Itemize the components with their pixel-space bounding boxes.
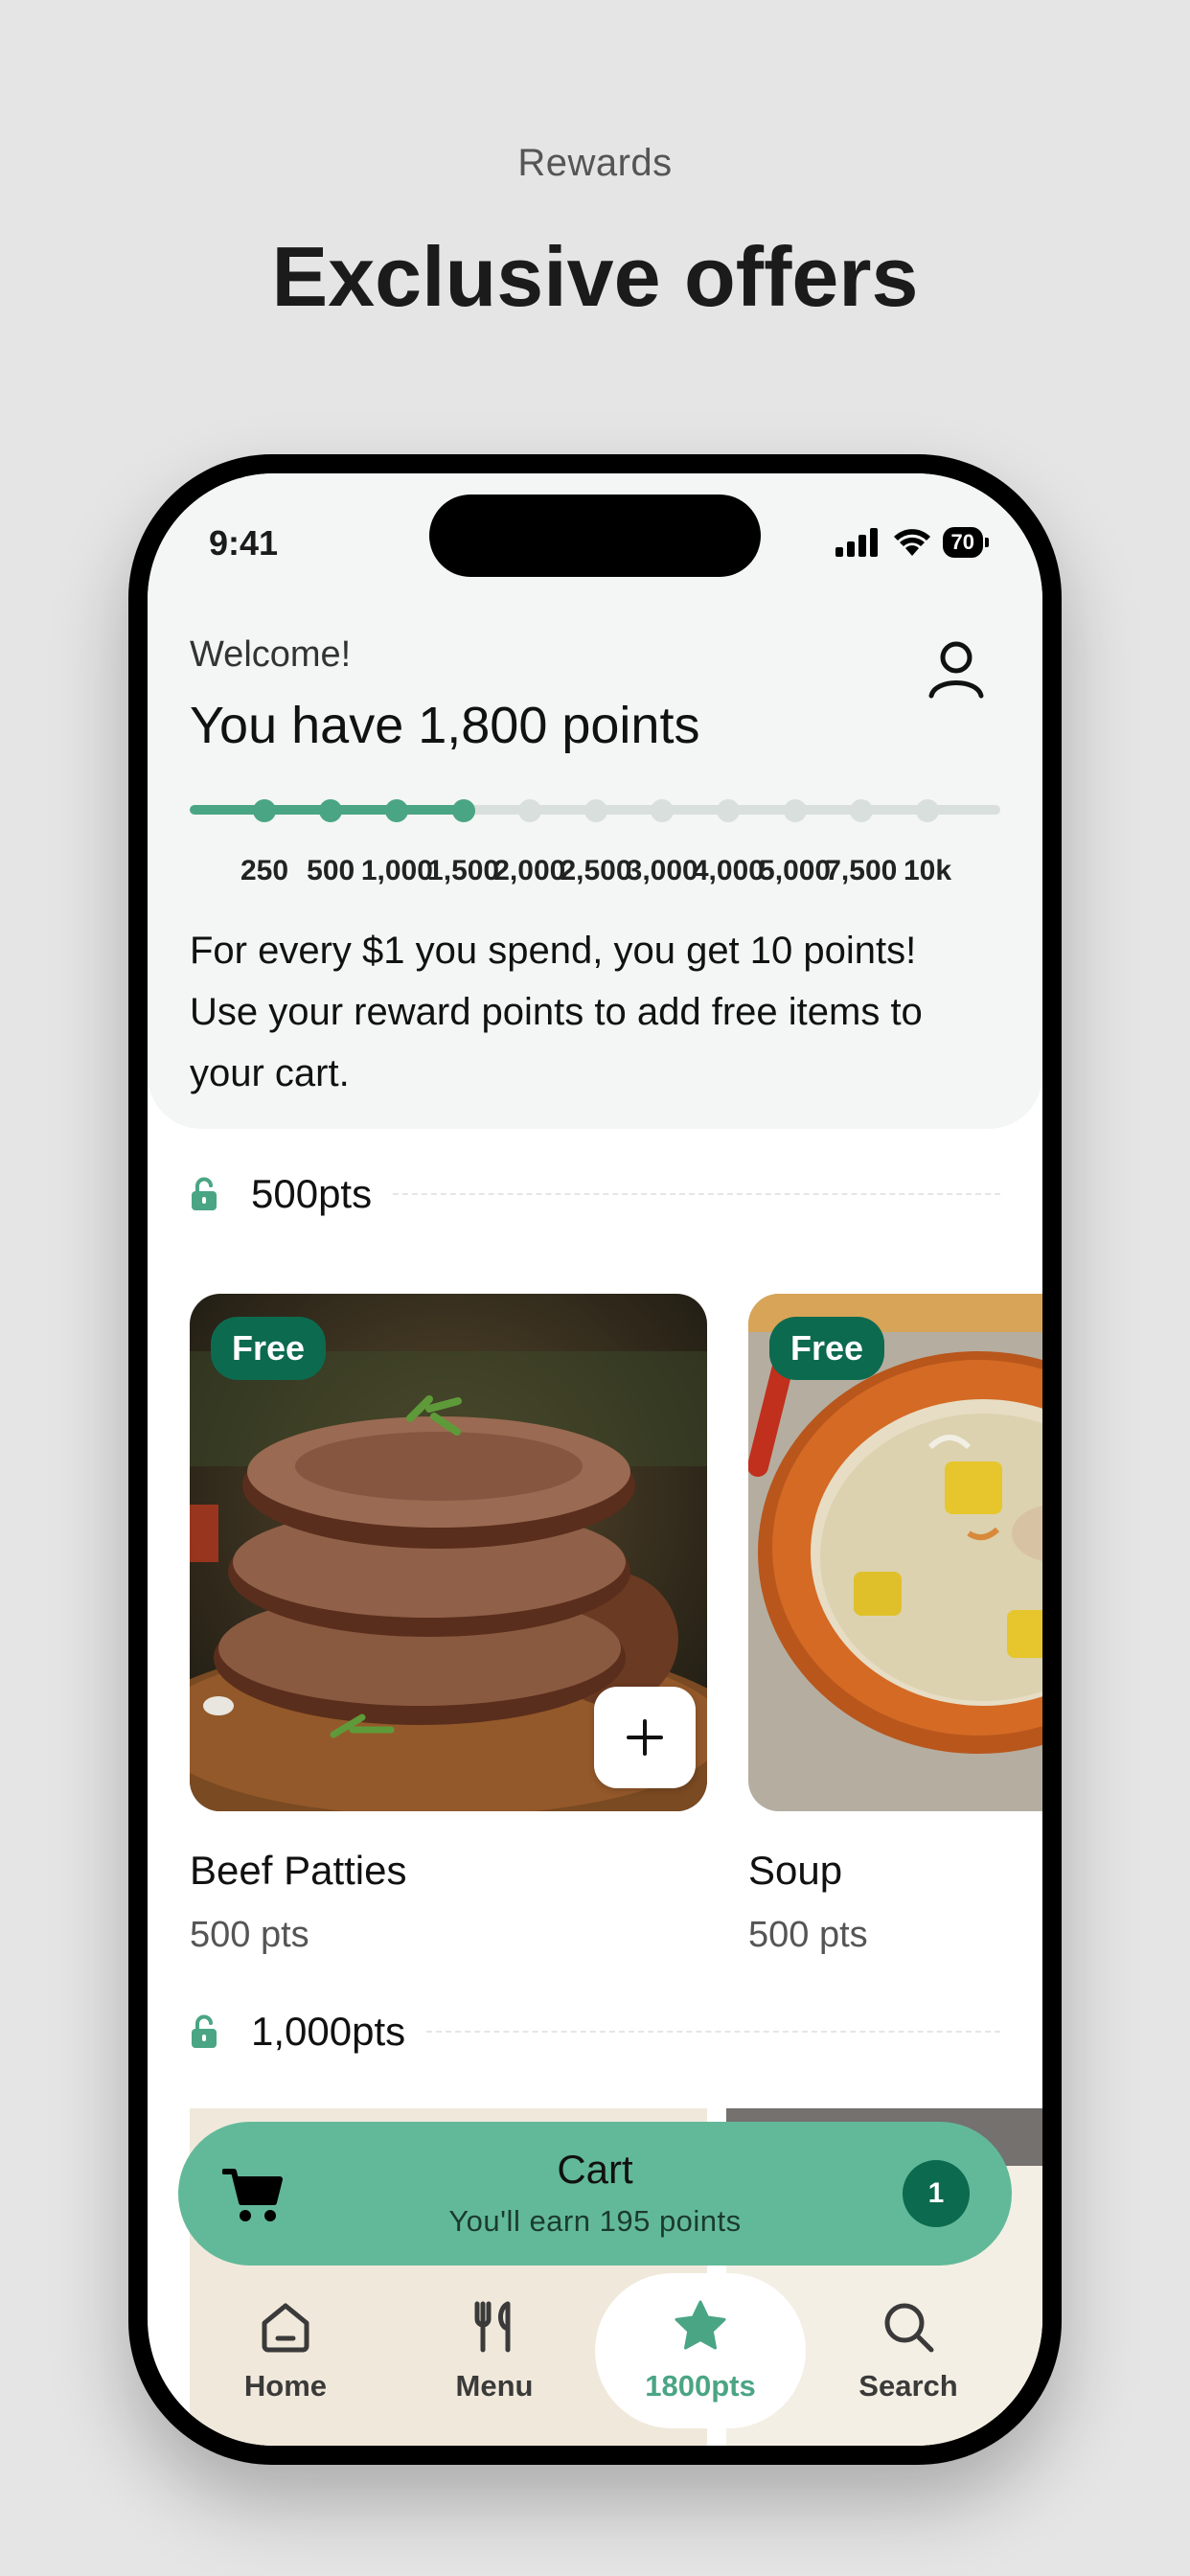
tab-home[interactable]: Home — [180, 2273, 391, 2404]
user-icon[interactable] — [927, 638, 985, 700]
page-headline: Exclusive offers — [271, 229, 919, 324]
section-label: 1,000pts — [251, 2009, 406, 2054]
wifi-icon — [893, 529, 930, 556]
cart-earn-text: You'll earn 195 points — [448, 2204, 742, 2238]
phone-frame: 9:41 70 Welcome! You have 1,800 points 2… — [128, 454, 1062, 2465]
milestone-label: 10k — [903, 855, 952, 886]
milestone-label: 250 — [240, 855, 289, 886]
search-icon — [884, 2303, 934, 2353]
utensils-icon — [474, 2301, 511, 2353]
reward-card-beef-patties[interactable]: Free Beef Patties 500 pts — [190, 1294, 707, 1956]
section-header-500pts: 500pts — [190, 1171, 1000, 1217]
milestone-label: 4,000 — [692, 855, 765, 886]
milestone-dot — [584, 799, 607, 822]
points-balance: You have 1,800 points — [190, 697, 700, 754]
item-points: 500 pts — [748, 1915, 868, 1955]
cart-bar[interactable]: Cart You'll earn 195 points 1 — [178, 2122, 1012, 2266]
free-badge: Free — [769, 1317, 885, 1380]
item-name: Soup — [748, 1848, 843, 1893]
milestone-dot — [783, 799, 807, 822]
milestone-dot — [319, 799, 343, 822]
unlock-icon — [192, 2014, 217, 2048]
cart-count-badge: 1 — [903, 2160, 970, 2227]
milestone-label: 5,000 — [759, 855, 832, 886]
plus-icon — [627, 1719, 663, 1756]
tab-label: 1800pts — [645, 2369, 756, 2403]
milestone-dot — [916, 799, 939, 822]
beef-patties-image: Free — [190, 1294, 707, 1811]
reward-card-soup[interactable]: Free Soup 500 pts — [748, 1294, 1042, 1956]
tab-rewards[interactable]: 1800pts — [595, 2273, 806, 2428]
tab-bar: Home Menu 1800pts Search — [148, 2273, 1042, 2446]
unlock-icon — [192, 1177, 217, 1210]
milestone-label: 7,500 — [825, 855, 898, 886]
milestone-dot — [451, 799, 475, 822]
milestone-dot — [385, 799, 409, 822]
milestone-dot — [253, 799, 276, 822]
dynamic-island — [429, 494, 761, 577]
tab-label: Home — [243, 2369, 328, 2403]
tab-search[interactable]: Search — [803, 2273, 1014, 2404]
section-label: 500pts — [251, 1171, 373, 1216]
rewards-eyebrow: Rewards — [517, 142, 673, 184]
star-icon — [675, 2300, 726, 2350]
tab-label: Menu — [455, 2369, 534, 2403]
milestone-label: 1,000 — [360, 855, 433, 886]
milestone-label: 2,000 — [493, 855, 566, 886]
add-to-cart-button[interactable] — [594, 1687, 696, 1788]
app-screen: 9:41 70 Welcome! You have 1,800 points 2… — [148, 473, 1042, 2446]
home-icon — [262, 2303, 309, 2353]
tab-label: Search — [858, 2369, 958, 2403]
milestone-dot — [849, 799, 873, 822]
milestone-dot — [517, 799, 541, 822]
tab-menu[interactable]: Menu — [389, 2273, 600, 2404]
status-time: 9:41 — [209, 523, 279, 563]
cart-title: Cart — [557, 2147, 633, 2192]
points-summary-card: 9:41 70 Welcome! You have 1,800 points 2… — [148, 473, 1042, 1129]
milestone-label: 2,500 — [560, 855, 632, 886]
milestone-label: 3,000 — [626, 855, 698, 886]
section-header-1000pts: 1,000pts — [190, 2009, 1000, 2055]
item-name: Beef Patties — [190, 1848, 407, 1893]
section-divider — [426, 2031, 1000, 2033]
item-points: 500 pts — [190, 1915, 309, 1955]
reward-info-text: For every $1 you spend, you get 10 point… — [190, 930, 923, 1094]
free-badge: Free — [211, 1317, 327, 1380]
milestone-dot — [717, 799, 741, 822]
section-divider — [393, 1193, 1000, 1195]
milestone-label: 1,500 — [427, 855, 500, 886]
milestone-dot — [651, 799, 675, 822]
soup-image: Free — [748, 1294, 1042, 1811]
signal-icon — [835, 528, 878, 557]
milestone-label: 500 — [307, 855, 355, 886]
status-icons: 70 — [835, 527, 990, 558]
welcome-text: Welcome! — [190, 634, 352, 675]
battery-indicator: 70 — [942, 527, 990, 558]
